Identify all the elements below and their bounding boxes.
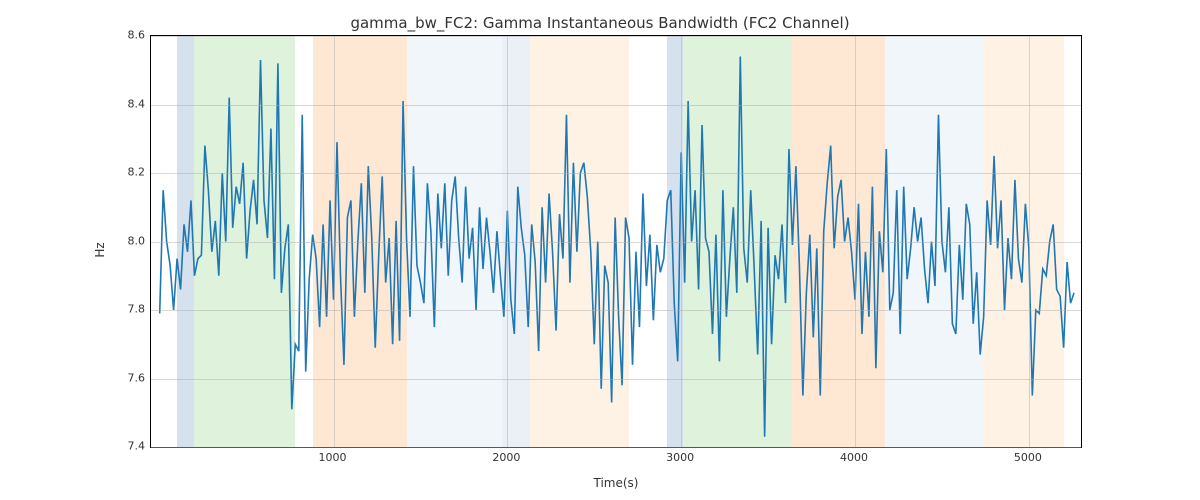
gridline-h: [151, 310, 1081, 311]
series-line: [160, 57, 1074, 437]
ytick-label: 8.2: [105, 166, 145, 179]
gridline-v: [1029, 36, 1030, 447]
ytick-label: 7.6: [105, 371, 145, 384]
ytick-label: 7.4: [105, 440, 145, 453]
gridline-v: [334, 36, 335, 447]
gridline-h: [151, 242, 1081, 243]
gridline-h: [151, 105, 1081, 106]
gridline-v: [855, 36, 856, 447]
gridline-h: [151, 379, 1081, 380]
plot-area: [150, 35, 1082, 448]
xtick-label: 2000: [492, 451, 520, 464]
x-axis-label: Time(s): [150, 476, 1082, 490]
gridline-v: [681, 36, 682, 447]
chart-title: gamma_bw_FC2: Gamma Instantaneous Bandwi…: [0, 14, 1200, 32]
gridline-h: [151, 173, 1081, 174]
xtick-label: 5000: [1014, 451, 1042, 464]
gridline-h: [151, 447, 1081, 448]
xtick-label: 4000: [840, 451, 868, 464]
ytick-label: 8.0: [105, 234, 145, 247]
ytick-label: 7.8: [105, 303, 145, 316]
xtick-label: 3000: [666, 451, 694, 464]
figure: gamma_bw_FC2: Gamma Instantaneous Bandwi…: [0, 0, 1200, 500]
gridline-h: [151, 36, 1081, 37]
xtick-label: 1000: [319, 451, 347, 464]
ytick-label: 8.4: [105, 97, 145, 110]
ytick-label: 8.6: [105, 29, 145, 42]
gridline-v: [507, 36, 508, 447]
